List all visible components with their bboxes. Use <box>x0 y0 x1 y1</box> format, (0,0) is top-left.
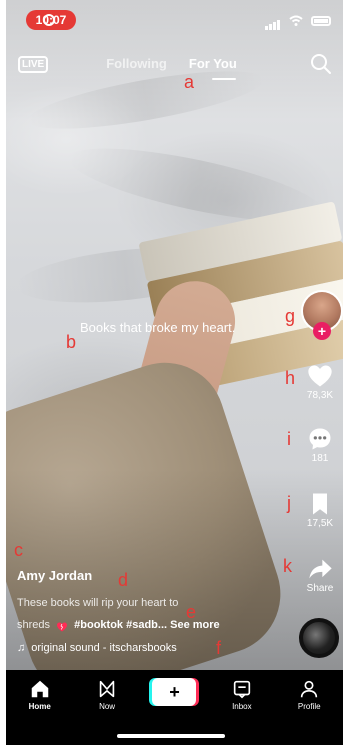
share-label: Share <box>306 583 334 594</box>
status-icons <box>265 12 331 30</box>
nav-profile[interactable]: Profile <box>279 678 339 711</box>
signal-icon <box>265 12 281 30</box>
search-button[interactable] <box>309 52 333 76</box>
annotation-c: c <box>14 540 23 560</box>
follow-button[interactable]: + <box>313 322 331 340</box>
annotation-g: g <box>285 306 296 326</box>
tab-for-you[interactable]: For You <box>189 56 237 71</box>
profile-icon <box>301 680 318 698</box>
annotation-f: f <box>216 638 222 658</box>
sound-name: original sound - itscharsbooks <box>31 642 177 654</box>
sound-link[interactable]: ♫ original sound - itscharsbooks <box>17 642 177 654</box>
heart-icon <box>308 365 332 387</box>
nav-inbox[interactable]: Inbox <box>212 678 272 711</box>
annotation-a: a <box>184 72 195 92</box>
music-note-icon: ♫ <box>17 642 26 654</box>
description-text: shreds <box>17 619 51 631</box>
annotation-h: h <box>285 368 296 388</box>
broken-heart-icon <box>55 619 69 632</box>
screen-record-indicator: 10:07 <box>26 10 76 30</box>
nav-create[interactable]: + <box>144 678 204 711</box>
nav-now-label: Now <box>99 702 116 711</box>
nav-now[interactable]: Now <box>77 678 137 711</box>
nav-home-label: Home <box>28 702 51 711</box>
comment-icon <box>309 428 331 450</box>
video-overlay-text: Books that broke my heart. <box>80 320 236 335</box>
annotation-i: i <box>287 429 291 449</box>
comment-count: 181 <box>311 453 329 464</box>
share-icon <box>309 559 332 579</box>
nav-profile-label: Profile <box>297 702 321 711</box>
music-disc-icon[interactable] <box>299 618 339 658</box>
phone-screen: 10:07 LIVE Following For You Books that … <box>0 0 343 745</box>
like-button[interactable]: 78,3K <box>297 362 343 401</box>
home-indicator[interactable] <box>117 734 225 738</box>
like-count: 78,3K <box>306 390 334 401</box>
comment-button[interactable]: 181 <box>297 425 343 464</box>
share-button[interactable]: Share <box>297 555 343 594</box>
active-tab-indicator <box>212 78 236 80</box>
save-button[interactable]: 17,5K <box>297 490 343 529</box>
home-icon <box>31 680 48 698</box>
now-icon <box>99 680 115 698</box>
tab-following[interactable]: Following <box>106 56 167 71</box>
wifi-icon <box>289 15 303 26</box>
bookmark-icon <box>313 493 327 515</box>
create-icon[interactable]: + <box>152 678 197 706</box>
search-icon <box>311 54 331 74</box>
feed-tabs: Following For You <box>0 56 343 71</box>
annotation-k: k <box>283 556 292 576</box>
annotation-d: d <box>118 570 129 590</box>
hashtags[interactable]: #booktok #sadb... <box>74 619 167 631</box>
annotation-b: b <box>66 332 77 352</box>
description-line-2: shreds #booktok #sadb... See more <box>17 614 282 636</box>
description-line-1: These books will rip your heart to <box>17 597 179 609</box>
annotation-j: j <box>287 493 291 513</box>
record-icon <box>43 14 55 26</box>
battery-icon <box>311 16 331 26</box>
nav-inbox-label: Inbox <box>232 702 252 711</box>
video-description: These books will rip your heart to shred… <box>17 592 282 636</box>
creator-username[interactable]: Amy Jordan <box>17 568 92 583</box>
inbox-icon <box>233 680 251 699</box>
nav-home[interactable]: Home <box>10 678 70 711</box>
save-count: 17,5K <box>306 518 334 529</box>
annotation-e: e <box>186 602 197 622</box>
